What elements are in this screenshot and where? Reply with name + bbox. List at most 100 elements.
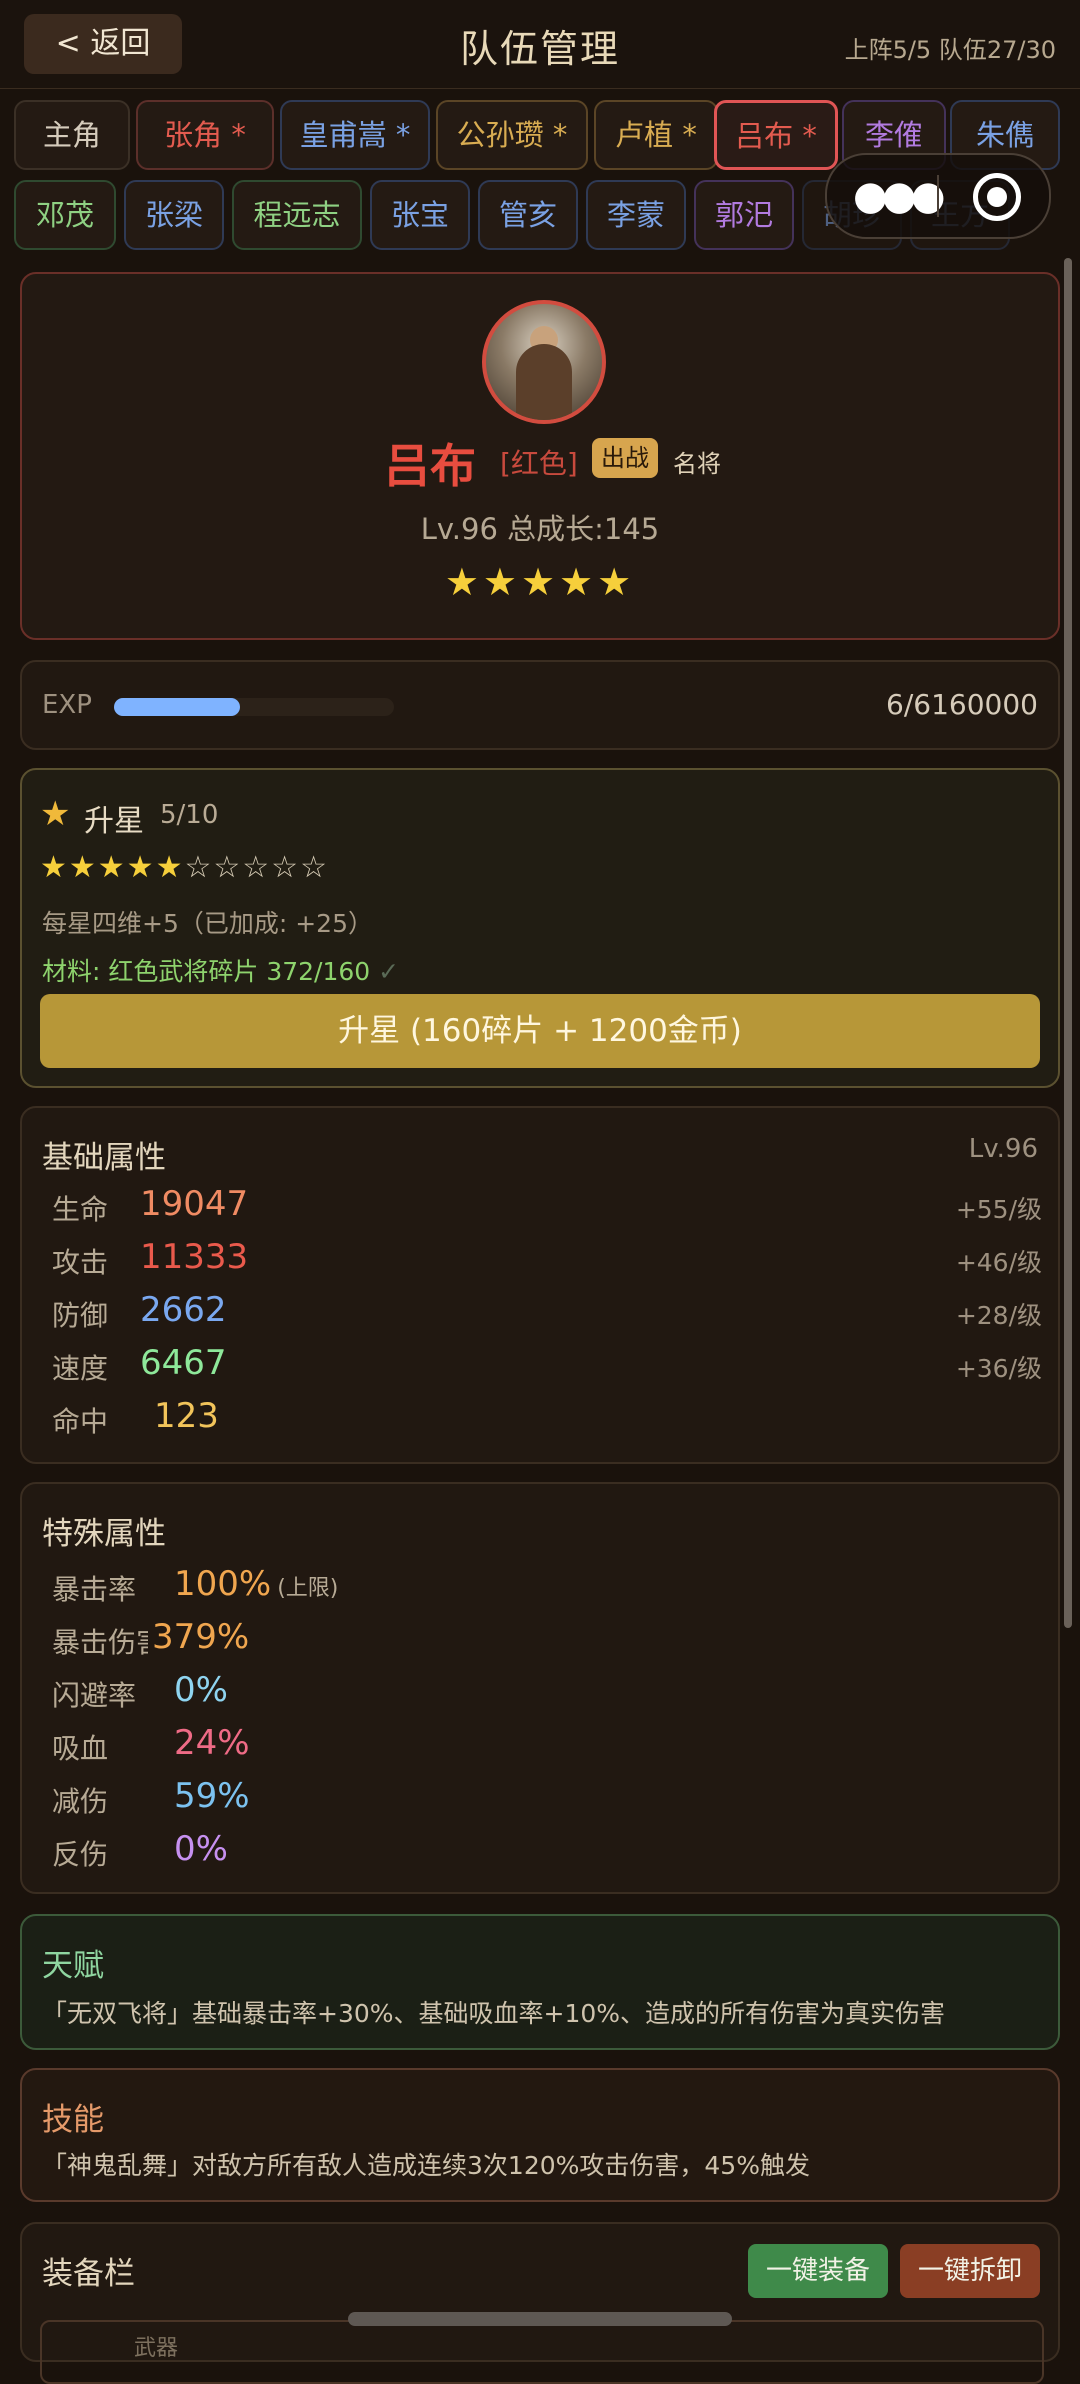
close-miniprogram-icon[interactable]: [973, 173, 1021, 221]
deployed-badge: 出战: [592, 438, 658, 478]
special-stats-title: 特殊属性: [42, 1516, 166, 1552]
tab-hero-0[interactable]: 主角: [14, 100, 130, 170]
empty-stars: ☆☆☆☆☆: [184, 850, 329, 885]
exp-label: EXP: [42, 690, 92, 720]
equip-all-button[interactable]: 一键装备: [748, 2244, 888, 2298]
tab-hero-9[interactable]: 张梁: [124, 180, 224, 250]
special-stat-row: 暴击伤害 379%: [52, 1615, 1042, 1663]
tab-hero-4[interactable]: 卢植 *: [594, 100, 718, 170]
stat-label: 暴击伤害: [52, 1626, 148, 1659]
base-stats-title: 基础属性: [42, 1140, 166, 1176]
stat-row: 速度 6467 +36/级: [52, 1341, 1042, 1389]
star-up-card: ★ 升星 5/10 ★★★★★☆☆☆☆☆ 每星四维+5（已加成: +25） 材料…: [20, 768, 1060, 1088]
star-material: 材料: 红色武将碎片 372/160 ✓: [42, 952, 399, 988]
avatar-figure: [516, 344, 572, 420]
stat-label: 闪避率: [52, 1679, 137, 1712]
exp-bar: [114, 698, 394, 716]
stat-label: 速度: [52, 1352, 109, 1385]
stat-value: 24%: [174, 1723, 250, 1763]
hero-name: 吕布: [384, 439, 476, 493]
hero-card: 吕布 [红色] 出战 名将 Lv.96 总成长:145 ★★★★★: [20, 272, 1060, 640]
skill-title: 技能: [42, 2102, 104, 2138]
stat-row: 防御 2662 +28/级: [52, 1288, 1042, 1336]
star-up-title: 升星: [84, 804, 144, 839]
stat-value: 123: [154, 1396, 219, 1436]
tab-hero-1[interactable]: 张角 *: [136, 100, 274, 170]
star-bonus-text: 每星四维+5（已加成: +25）: [42, 909, 373, 938]
tab-hero-8[interactable]: 邓茂: [14, 180, 116, 250]
tab-hero-10[interactable]: 程远志: [232, 180, 362, 250]
special-stat-row: 减伤 59%: [52, 1774, 1042, 1822]
stat-label: 攻击: [52, 1246, 109, 1279]
stat-label: 减伤: [52, 1785, 109, 1818]
stat-note: (上限): [277, 1576, 339, 1601]
stat-value-text: 100%: [174, 1564, 272, 1604]
base-stats-card: 基础属性 Lv.96 生命 19047 +55/级 攻击 11333 +46/级…: [20, 1106, 1060, 1464]
scrollbar-thumb[interactable]: [1064, 258, 1072, 1628]
star-material-text: 材料: 红色武将碎片 372/160: [42, 957, 371, 986]
star-up-button[interactable]: 升星 (160碎片 + 1200金币): [40, 994, 1040, 1068]
stat-value: 0%: [174, 1670, 228, 1710]
scrollbar[interactable]: [1064, 258, 1072, 1628]
tab-hero-3[interactable]: 公孙瓒 *: [436, 100, 588, 170]
skill-description: 「神鬼乱舞」对敌方所有敌人造成连续3次120%攻击伤害，45%触发: [42, 2151, 810, 2180]
exp-card: EXP 6/6160000: [20, 660, 1060, 750]
base-stats-level: Lv.96: [968, 1134, 1038, 1164]
stat-row: 命中 123: [52, 1394, 1042, 1442]
talent-card: 天赋 「无双飞将」基础暴击率+30%、基础吸血率+10%、造成的所有伤害为真实伤…: [20, 1914, 1060, 2050]
stat-value: 100% (上限): [174, 1564, 338, 1604]
special-stat-row: 吸血 24%: [52, 1721, 1042, 1769]
tab-hero-14[interactable]: 郭汜: [694, 180, 794, 250]
hero-quality: [红色]: [500, 447, 578, 480]
stat-row: 生命 19047 +55/级: [52, 1182, 1042, 1230]
star-progress: ★★★★★☆☆☆☆☆: [40, 850, 329, 885]
miniprogram-capsule: ●●●: [825, 153, 1051, 239]
special-stat-row: 闪避率 0%: [52, 1668, 1042, 1716]
tab-hero-13[interactable]: 李蒙: [586, 180, 686, 250]
stat-value: 6467: [140, 1343, 227, 1383]
talent-description: 「无双飞将」基础暴击率+30%、基础吸血率+10%、造成的所有伤害为真实伤害: [42, 1999, 946, 2028]
equipment-slot[interactable]: 武器: [40, 2320, 1044, 2384]
tab-hero-2[interactable]: 皇甫嵩 *: [280, 100, 430, 170]
stat-row: 攻击 11333 +46/级: [52, 1235, 1042, 1283]
exp-value: 6/6160000: [886, 688, 1038, 721]
stat-label: 反伤: [52, 1838, 109, 1871]
tab-hero-11[interactable]: 张宝: [370, 180, 470, 250]
team-capacity: 上阵5/5 队伍27/30: [844, 36, 1056, 64]
stat-growth: +28/级: [955, 1301, 1042, 1330]
stat-label: 暴击率: [52, 1573, 137, 1606]
check-icon: ✓: [378, 957, 400, 986]
equipment-title: 装备栏: [42, 2256, 135, 2292]
special-stat-row: 暴击率 100% (上限): [52, 1562, 1042, 1610]
filled-stars: ★★★★★: [40, 850, 185, 885]
stat-value: 379%: [152, 1617, 250, 1657]
stat-growth: +55/级: [955, 1195, 1042, 1224]
stat-label: 吸血: [52, 1732, 109, 1765]
top-bar: < 返回 队伍管理 上阵5/5 队伍27/30: [0, 0, 1080, 89]
home-indicator[interactable]: [348, 2312, 732, 2326]
stat-growth: +46/级: [955, 1248, 1042, 1277]
talent-title: 天赋: [42, 1948, 104, 1984]
star-up-count: 5/10: [160, 800, 219, 830]
special-stats-card: 特殊属性 暴击率 100%(上限) 暴击伤害 379% 闪避率 0% 吸血 24…: [20, 1482, 1060, 1894]
equipment-slot-label: 武器: [134, 2336, 179, 2361]
hero-star-rating: ★★★★★: [444, 560, 636, 604]
skill-card: 技能 「神鬼乱舞」对敌方所有敌人造成连续3次120%攻击伤害，45%触发: [20, 2068, 1060, 2202]
special-stat-row: 反伤 0%: [52, 1827, 1042, 1875]
more-options-icon[interactable]: ●●●: [853, 173, 946, 219]
hero-level-growth: Lv.96 总成长:145: [420, 512, 660, 546]
equipment-card: 装备栏 一键装备 一键拆卸 武器: [20, 2222, 1060, 2384]
stat-label: 防御: [52, 1299, 109, 1332]
capsule-divider: [937, 175, 939, 217]
stat-value: 0%: [174, 1829, 228, 1869]
tab-hero-5-selected[interactable]: 吕布 *: [714, 100, 838, 170]
unequip-all-button[interactable]: 一键拆卸: [900, 2244, 1040, 2298]
tab-hero-12[interactable]: 管亥: [478, 180, 578, 250]
exp-bar-fill: [114, 698, 240, 716]
hero-rank-tag: 名将: [673, 450, 721, 478]
stat-label: 生命: [52, 1193, 109, 1226]
stat-label: 命中: [52, 1405, 109, 1438]
hero-avatar: [482, 300, 606, 424]
stat-value: 2662: [140, 1290, 227, 1330]
stat-value: 11333: [140, 1237, 249, 1277]
